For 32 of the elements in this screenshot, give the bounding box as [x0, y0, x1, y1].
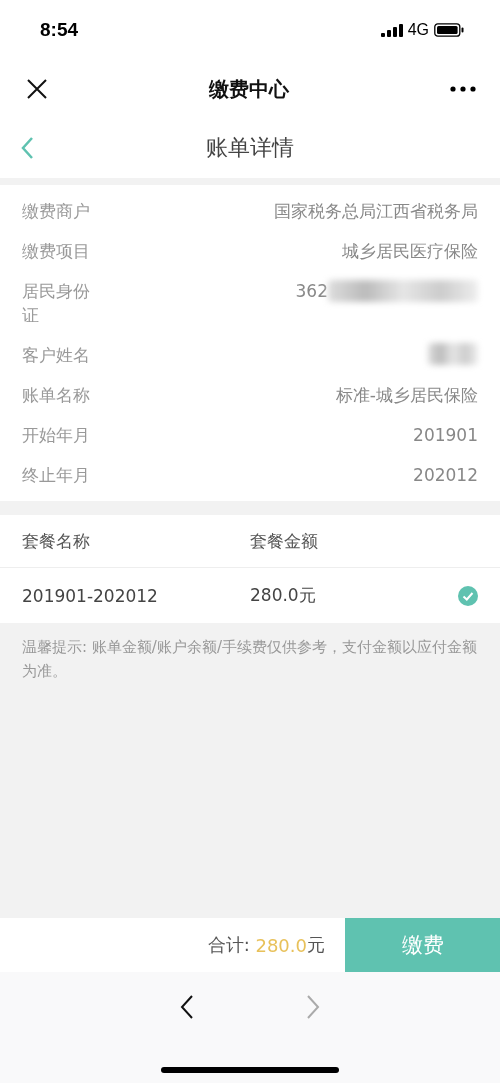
detail-value: 362	[295, 280, 328, 303]
detail-label: 居民身份证	[22, 280, 91, 327]
network-label: 4G	[407, 21, 429, 39]
total-label: 合计:	[207, 933, 251, 957]
battery-icon	[434, 23, 464, 37]
page-title: 缴费中心	[209, 75, 289, 103]
detail-value: 国家税务总局江西省税务局	[274, 200, 478, 223]
table-cell-text: 280.0元	[250, 584, 317, 607]
check-icon[interactable]	[458, 585, 478, 606]
section-title: 账单详情	[206, 134, 294, 162]
back-icon[interactable]	[179, 994, 195, 1020]
signal-icon	[380, 23, 403, 37]
detail-value: 201901	[413, 424, 478, 447]
detail-value: 标准-城乡居民保险	[335, 384, 478, 407]
more-icon[interactable]	[450, 86, 476, 92]
detail-label: 开始年月	[22, 424, 91, 447]
clock-time: 8:54	[40, 19, 79, 41]
total-amount: 280.0	[255, 934, 307, 956]
currency-unit: 元	[307, 933, 325, 957]
pay-button[interactable]: 缴费	[345, 918, 500, 972]
column-header: 套餐名称	[22, 529, 91, 553]
detail-label: 客户姓名	[22, 344, 91, 367]
close-icon[interactable]	[26, 78, 48, 100]
detail-label: 缴费项目	[22, 240, 91, 263]
table-cell-text: 201901-202012	[22, 585, 159, 606]
column-header: 套餐金额	[250, 529, 319, 553]
detail-value: 城乡居民医疗保险	[342, 240, 478, 263]
detail-label: 终止年月	[22, 464, 91, 487]
detail-label: 缴费商户	[22, 200, 91, 223]
detail-label: 账单名称	[22, 384, 91, 407]
tip-text: 温馨提示: 账单金额/账户余额/手续费仅供参考，支付金额以应付金额为准。	[22, 637, 478, 682]
detail-value: 202012	[413, 464, 478, 487]
